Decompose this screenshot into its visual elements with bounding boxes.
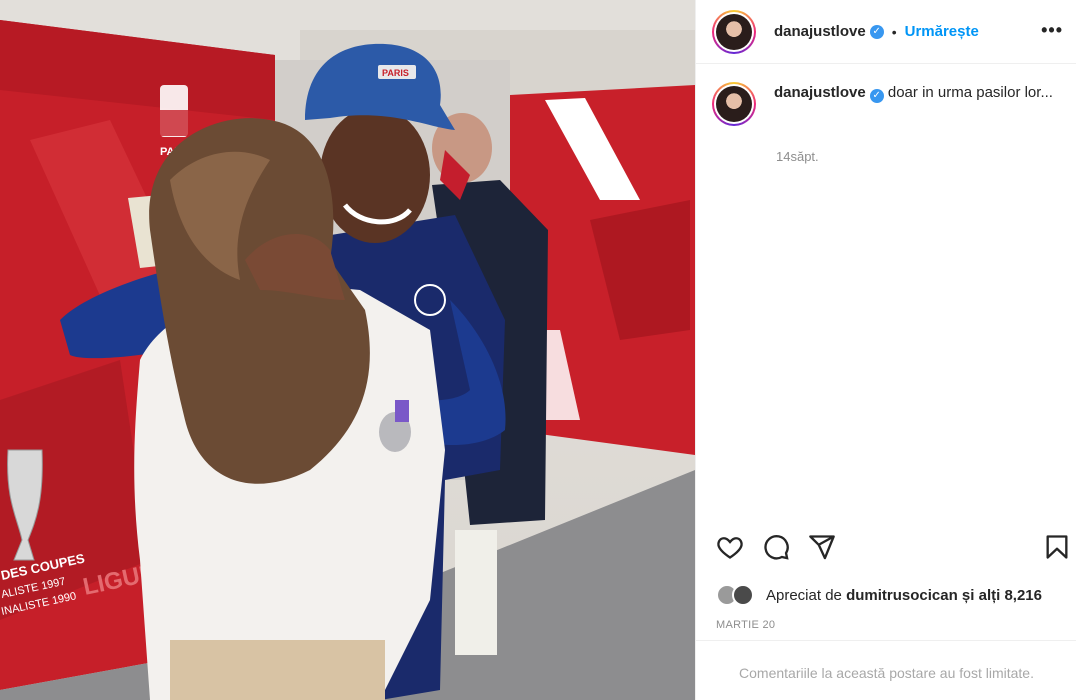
bookmark-icon[interactable] bbox=[1043, 533, 1071, 561]
comments-limited-note: Comentariile la această postare au fost … bbox=[696, 640, 1076, 700]
liker-avatars bbox=[716, 584, 760, 606]
caption-avatar[interactable] bbox=[712, 82, 756, 126]
likes-summary: Apreciat de dumitrusocican și alți 8,216 bbox=[716, 584, 1042, 606]
avatar-photo bbox=[716, 13, 752, 50]
post-panel: danajustlove ✓ • Urmărește ••• danajustl… bbox=[695, 0, 1076, 700]
post-photo[interactable]: PAR DES COUPES ALISTE 1997 INALISTE 1990… bbox=[0, 0, 695, 700]
photo-scene: PAR DES COUPES ALISTE 1997 INALISTE 1990… bbox=[0, 0, 695, 700]
likes-others[interactable]: și alți 8,216 bbox=[962, 587, 1042, 604]
author-avatar[interactable] bbox=[712, 9, 756, 54]
caption-time: 14săpt. bbox=[776, 149, 819, 164]
comment-icon[interactable] bbox=[762, 533, 790, 561]
heart-icon[interactable] bbox=[716, 533, 744, 561]
liker-avatar[interactable] bbox=[732, 584, 754, 606]
caption-text: danajustlove ✓ doar in urma pasilor lor..… bbox=[774, 82, 1054, 126]
follow-button[interactable]: Urmărește bbox=[905, 23, 979, 40]
action-bar bbox=[712, 530, 1068, 564]
verified-badge-icon: ✓ bbox=[869, 24, 884, 39]
post-header: danajustlove ✓ • Urmărește ••• bbox=[696, 0, 1076, 64]
likes-user[interactable]: dumitrusocican bbox=[846, 587, 958, 604]
author-username[interactable]: danajustlove bbox=[774, 23, 866, 40]
more-horizontal-icon[interactable]: ••• bbox=[1041, 20, 1063, 41]
verified-badge-icon: ✓ bbox=[869, 89, 884, 103]
header-separator: • bbox=[891, 23, 897, 40]
cap-text: PARIS bbox=[382, 68, 409, 78]
caption-body: doar in urma pasilor lor... bbox=[887, 84, 1053, 101]
post-caption: danajustlove ✓ doar in urma pasilor lor..… bbox=[712, 82, 1067, 126]
share-icon[interactable] bbox=[808, 533, 836, 561]
post-date[interactable]: MARTIE 20 bbox=[716, 619, 775, 631]
likes-prefix: Apreciat de bbox=[766, 586, 842, 604]
caption-username[interactable]: danajustlove bbox=[774, 84, 866, 101]
